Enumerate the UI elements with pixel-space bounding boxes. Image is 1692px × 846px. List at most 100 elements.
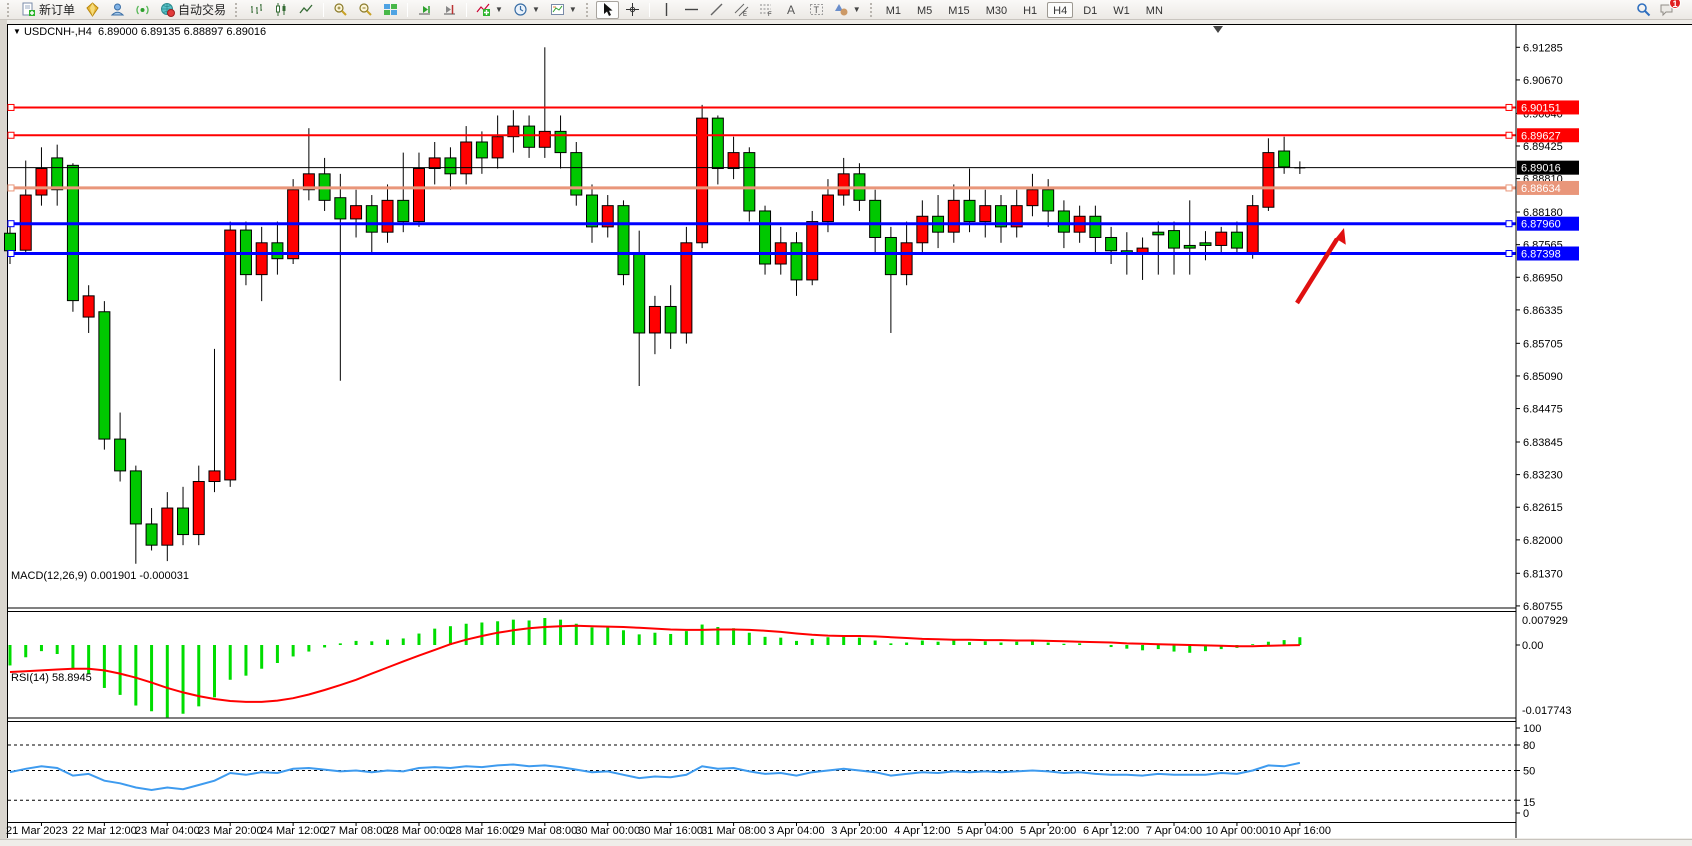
svg-text:6.86950: 6.86950 <box>1523 272 1563 284</box>
price-label-badge: 6.90151 <box>1517 100 1579 114</box>
timeframe-h4-button[interactable]: H4 <box>1047 2 1073 18</box>
horizontal-line-tool-button[interactable] <box>680 1 703 19</box>
svg-text:0.007929: 0.007929 <box>1522 615 1568 627</box>
toolbar-grip[interactable] <box>586 3 591 17</box>
line-chart-button[interactable] <box>295 1 318 19</box>
time-axis[interactable]: 21 Mar 202322 Mar 12:0023 Mar 04:0023 Ma… <box>6 823 1331 837</box>
svg-text:5 Apr 04:00: 5 Apr 04:00 <box>957 825 1013 837</box>
line-anchor-handle <box>8 221 14 227</box>
svg-text:80: 80 <box>1523 740 1535 752</box>
auto-scroll-button[interactable] <box>413 1 436 19</box>
line-anchor-handle <box>1506 251 1512 257</box>
chart-title: ▼ USDCNH-,H4 6.89000 6.89135 6.88897 6.8… <box>13 26 266 38</box>
svg-text:3 Apr 20:00: 3 Apr 20:00 <box>831 825 887 837</box>
zoom-in-button[interactable] <box>329 1 352 19</box>
svg-text:6.90670: 6.90670 <box>1523 75 1563 87</box>
shapes-tool-button[interactable]: ▼ <box>830 1 865 19</box>
mql5-button[interactable] <box>81 1 104 19</box>
svg-text:6.90151: 6.90151 <box>1521 102 1561 114</box>
svg-text:6 Apr 12:00: 6 Apr 12:00 <box>1083 825 1139 837</box>
svg-text:6.87398: 6.87398 <box>1521 249 1561 261</box>
zoom-out-icon <box>358 2 373 17</box>
search-icon[interactable] <box>1636 2 1651 17</box>
crosshair-button[interactable] <box>621 1 644 19</box>
line-anchor-handle <box>1506 132 1512 138</box>
indicators-button[interactable]: ▼ <box>472 1 507 19</box>
svg-text:28 Mar 16:00: 28 Mar 16:00 <box>449 825 514 837</box>
timeframe-w1-button[interactable]: W1 <box>1107 2 1136 18</box>
periods-button[interactable]: ▼ <box>509 1 544 19</box>
svg-text:6.80755: 6.80755 <box>1523 601 1563 613</box>
candlestick-chart-button[interactable] <box>270 1 293 19</box>
svg-text:21 Mar 2023: 21 Mar 2023 <box>6 825 68 837</box>
text-label-icon: T <box>809 2 824 17</box>
auto-scroll-icon <box>417 2 432 17</box>
trendline-icon <box>709 2 724 17</box>
timeframe-m15-button[interactable]: M15 <box>942 2 975 18</box>
svg-text:6.89627: 6.89627 <box>1521 130 1561 142</box>
text-label-tool-button[interactable]: T <box>805 1 828 19</box>
dropdown-caret: ▼ <box>569 5 577 14</box>
svg-text:29 Mar 08:00: 29 Mar 08:00 <box>512 825 577 837</box>
svg-text:5 Apr 20:00: 5 Apr 20:00 <box>1020 825 1076 837</box>
svg-text:10 Apr 00:00: 10 Apr 00:00 <box>1206 825 1268 837</box>
toolbar-grip[interactable] <box>7 3 12 17</box>
notifications-icon[interactable]: 1 <box>1659 2 1674 17</box>
templates-button[interactable]: ▼ <box>546 1 581 19</box>
shapes-icon <box>834 2 849 17</box>
bar-chart-button[interactable] <box>245 1 268 19</box>
cursor-button[interactable] <box>596 1 619 19</box>
svg-text:6.84475: 6.84475 <box>1523 404 1563 416</box>
timeframe-m30-button[interactable]: M30 <box>980 2 1013 18</box>
fibonacci-tool-button[interactable]: F <box>755 1 778 19</box>
notification-count-badge: 1 <box>1669 0 1681 9</box>
dropdown-caret: ▼ <box>853 5 861 14</box>
timeframe-mn-button[interactable]: MN <box>1140 2 1169 18</box>
chart-menu-icon[interactable]: ▼ <box>13 27 21 36</box>
price-label-badge: 6.87960 <box>1517 217 1579 231</box>
channel-tool-button[interactable]: E <box>730 1 753 19</box>
community-button[interactable] <box>106 1 129 19</box>
timeframe-m5-button[interactable]: M5 <box>911 2 938 18</box>
candlestick-chart-icon <box>274 2 289 17</box>
symbol-period-label: USDCNH-,H4 <box>24 26 92 38</box>
chart-shift-button[interactable] <box>438 1 461 19</box>
toolbar-grip[interactable] <box>235 3 240 17</box>
toolbar-grip[interactable] <box>870 3 875 17</box>
line-anchor-handle <box>1506 185 1512 191</box>
svg-text:E: E <box>743 12 747 17</box>
chart-shift-icon <box>442 2 457 17</box>
text-tool-button[interactable]: A <box>780 1 803 19</box>
dropdown-caret: ▼ <box>495 5 503 14</box>
timeframe-m1-button[interactable]: M1 <box>880 2 907 18</box>
svg-text:-0.017743: -0.017743 <box>1522 705 1572 717</box>
vertical-line-tool-button[interactable] <box>655 1 678 19</box>
zoom-out-button[interactable] <box>354 1 377 19</box>
autotrading-button[interactable]: 自动交易 <box>156 1 230 19</box>
svg-text:23 Mar 20:00: 23 Mar 20:00 <box>198 825 263 837</box>
svg-text:6.81370: 6.81370 <box>1523 568 1563 580</box>
svg-text:6.82000: 6.82000 <box>1523 535 1563 547</box>
clock-icon <box>513 2 528 17</box>
horizontal-line-icon <box>684 2 699 17</box>
gold-crystal-icon <box>85 2 100 17</box>
broadcast-icon <box>135 2 150 17</box>
dropdown-caret: ▼ <box>532 5 540 14</box>
svg-text:31 Mar 08:00: 31 Mar 08:00 <box>701 825 766 837</box>
svg-text:6.89425: 6.89425 <box>1523 141 1563 153</box>
tile-windows-button[interactable] <box>379 1 402 19</box>
svg-text:30 Mar 16:00: 30 Mar 16:00 <box>638 825 703 837</box>
timeframe-d1-button[interactable]: D1 <box>1077 2 1103 18</box>
svg-text:50: 50 <box>1523 766 1535 778</box>
new-order-button[interactable]: 新订单 <box>17 1 79 19</box>
svg-text:30 Mar 00:00: 30 Mar 00:00 <box>575 825 640 837</box>
mt4-window: 新订单 自动交易 <box>0 0 1692 846</box>
timeframe-h1-button[interactable]: H1 <box>1017 2 1043 18</box>
svg-text:6.83845: 6.83845 <box>1523 437 1563 449</box>
trendline-tool-button[interactable] <box>705 1 728 19</box>
chart-area[interactable]: 6.912856.906706.900406.894256.888106.881… <box>0 20 1692 846</box>
line-anchor-handle <box>8 104 14 110</box>
signals-button[interactable] <box>131 1 154 19</box>
svg-text:23 Mar 04:00: 23 Mar 04:00 <box>135 825 200 837</box>
svg-text:T: T <box>813 5 819 15</box>
